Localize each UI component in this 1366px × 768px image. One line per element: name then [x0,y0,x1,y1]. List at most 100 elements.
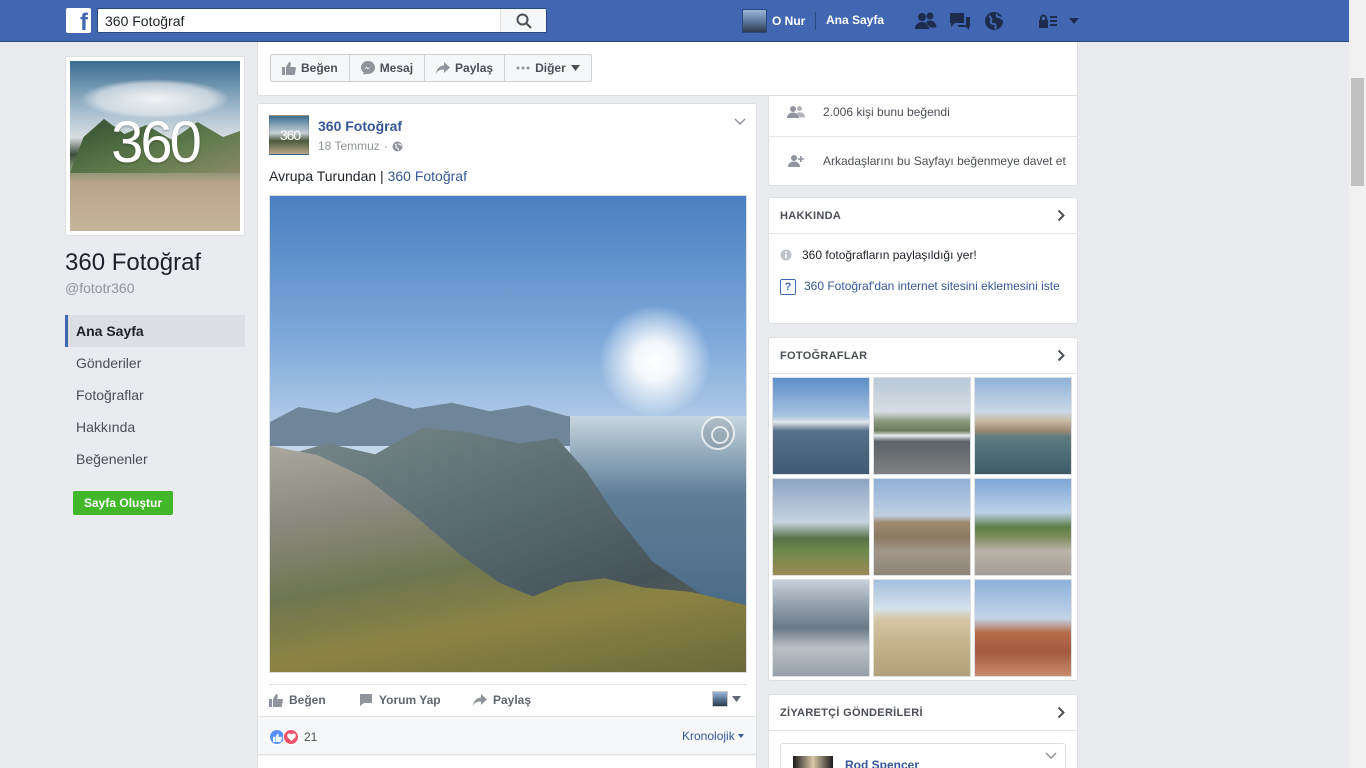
comment-sort-label: Kronolojik [682,729,735,743]
page-likes-row[interactable]: 2.006 kişi bunu beğendi [769,88,1077,136]
post-360-photo[interactable] [269,195,747,673]
about-box: HAKKINDA 360 fotoğrafların paylaşıldığı … [768,197,1078,324]
page-username[interactable]: @fototr360 [65,280,134,296]
question-mark-icon: ? [780,279,796,295]
create-page-button[interactable]: Sayfa Oluştur [73,491,174,515]
thumbs-up-icon [269,694,283,707]
post-as-selector[interactable] [712,691,741,707]
friend-requests-icon[interactable] [914,9,938,33]
like-page-label: Beğen [301,61,338,75]
photo-thumbnail[interactable] [772,478,870,576]
invite-friends-text: Arkadaşlarını bu Sayfayı beğenmeye davet… [823,153,1066,168]
post-text-plain: Avrupa Turundan | [269,168,384,184]
about-description-text: 360 fotoğrafların paylaşıldığı yer! [802,248,977,262]
visitor-post-author[interactable]: Rod Spencer [845,758,919,768]
nav-home-link[interactable]: Ana Sayfa [826,13,884,27]
profile-image: 360 [70,61,240,231]
panorama-360-icon[interactable] [701,416,735,450]
page-profile-picture[interactable]: 360 [65,56,245,236]
chevron-down-icon [732,696,741,702]
chevron-right-icon [1057,349,1065,362]
post-comment-label: Yorum Yap [379,693,441,707]
chevron-right-icon [1057,706,1065,719]
photo-thumbnail[interactable] [772,377,870,475]
chevron-down-icon[interactable] [1045,752,1057,760]
photo-grid [772,377,1074,677]
post-like-label: Beğen [289,693,326,707]
side-nav-item-likes[interactable]: Beğenenler [65,443,245,475]
request-website-link[interactable]: ? 360 Fotoğraf'dan internet sitesini ekl… [780,278,1060,295]
side-nav-item-home[interactable]: Ana Sayfa [65,315,245,347]
photo-thumbnail[interactable] [873,377,971,475]
page-title[interactable]: 360 Fotoğraf [65,249,201,277]
photos-box-header[interactable]: FOTOĞRAFLAR [769,338,1077,374]
nav-user-name: O Nur [772,14,806,28]
photo-thumbnail[interactable] [873,579,971,677]
people-icon [787,106,805,118]
more-dots-icon [516,66,530,70]
public-globe-icon[interactable] [392,141,403,152]
post-share-button[interactable]: Paylaş [473,693,531,707]
comment-bubble-icon [360,694,372,706]
post-comment-button[interactable]: Yorum Yap [359,693,441,707]
privacy-shortcuts-icon[interactable] [1038,14,1058,28]
chevron-right-icon [1057,209,1065,222]
messages-icon[interactable] [948,9,972,33]
search-box [97,8,547,33]
side-nav-item-photos[interactable]: Fotoğraflar [65,379,245,411]
share-page-button[interactable]: Paylaş [425,55,506,81]
post-like-button[interactable]: Beğen [269,693,326,707]
more-options-label: Diğer [535,61,566,75]
post-date-separator: · [383,139,388,153]
invite-friends-row[interactable]: Arkadaşlarını bu Sayfayı beğenmeye davet… [769,136,1077,184]
share-page-label: Paylaş [455,61,494,75]
like-page-button[interactable]: Beğen [271,55,350,81]
post-author-avatar[interactable]: 360 [269,115,309,155]
search-icon [516,13,532,29]
page-scrollbar-thumb[interactable] [1351,78,1364,186]
profile-logo-text: 360 [111,110,202,175]
about-box-header[interactable]: HAKKINDA [769,198,1077,234]
account-menu-chevron-down-icon[interactable] [1068,17,1080,25]
visitor-posts-header[interactable]: ZİYARETÇİ GÖNDERİLERİ [769,695,1077,731]
photos-box: FOTOĞRAFLAR [768,337,1078,681]
photo-sun-glow [600,306,710,416]
reaction-count: 21 [304,730,318,744]
info-icon [780,249,792,261]
search-button[interactable] [500,9,546,32]
visitor-posts-box: ZİYARETÇİ GÖNDERİLERİ Rod Spencer [768,694,1078,768]
photo-thumbnail[interactable] [873,478,971,576]
visitor-post-card: Rod Spencer [780,743,1066,768]
thumbs-up-icon [282,62,296,75]
post-text-page-link[interactable]: 360 Fotoğraf [388,168,467,184]
about-description-row: 360 fotoğrafların paylaşıldığı yer! [780,248,977,262]
facebook-logo-icon[interactable]: f [66,8,91,33]
nav-icons [914,9,1006,33]
post-text: Avrupa Turundan | 360 Fotoğraf [269,168,467,184]
notifications-globe-icon[interactable] [982,9,1006,33]
photo-thumbnail[interactable] [974,377,1072,475]
post-divider [258,754,756,755]
nav-profile-link[interactable]: O Nur [742,9,805,33]
post-author-name[interactable]: 360 Fotoğraf [318,118,402,134]
avatar[interactable] [793,756,833,768]
comment-sort-dropdown[interactable]: Kronolojik [682,729,744,743]
nav-settings [1038,9,1080,33]
share-arrow-icon [473,694,487,706]
avatar [712,691,728,707]
post-options-chevron-down-icon[interactable] [734,118,746,126]
side-nav-item-about[interactable]: Hakkında [65,411,245,443]
avatar [742,9,767,33]
page-stats-box: 2.006 kişi bunu beğendi Arkadaşlarını bu… [768,96,1078,186]
photo-thumbnail[interactable] [772,579,870,677]
search-input[interactable] [98,9,498,32]
photos-box-title: FOTOĞRAFLAR [780,349,868,362]
photo-thumbnail[interactable] [974,478,1072,576]
post-action-bar: Beğen Yorum Yap Paylaş [269,684,747,714]
photo-thumbnail[interactable] [974,579,1072,677]
side-nav-item-posts[interactable]: Gönderiler [65,347,245,379]
more-options-button[interactable]: Diğer [505,55,591,81]
post-date-link[interactable]: 18 Temmuz [318,139,380,153]
message-page-button[interactable]: Mesaj [350,55,426,81]
reaction-summary[interactable]: 21 [269,729,317,745]
